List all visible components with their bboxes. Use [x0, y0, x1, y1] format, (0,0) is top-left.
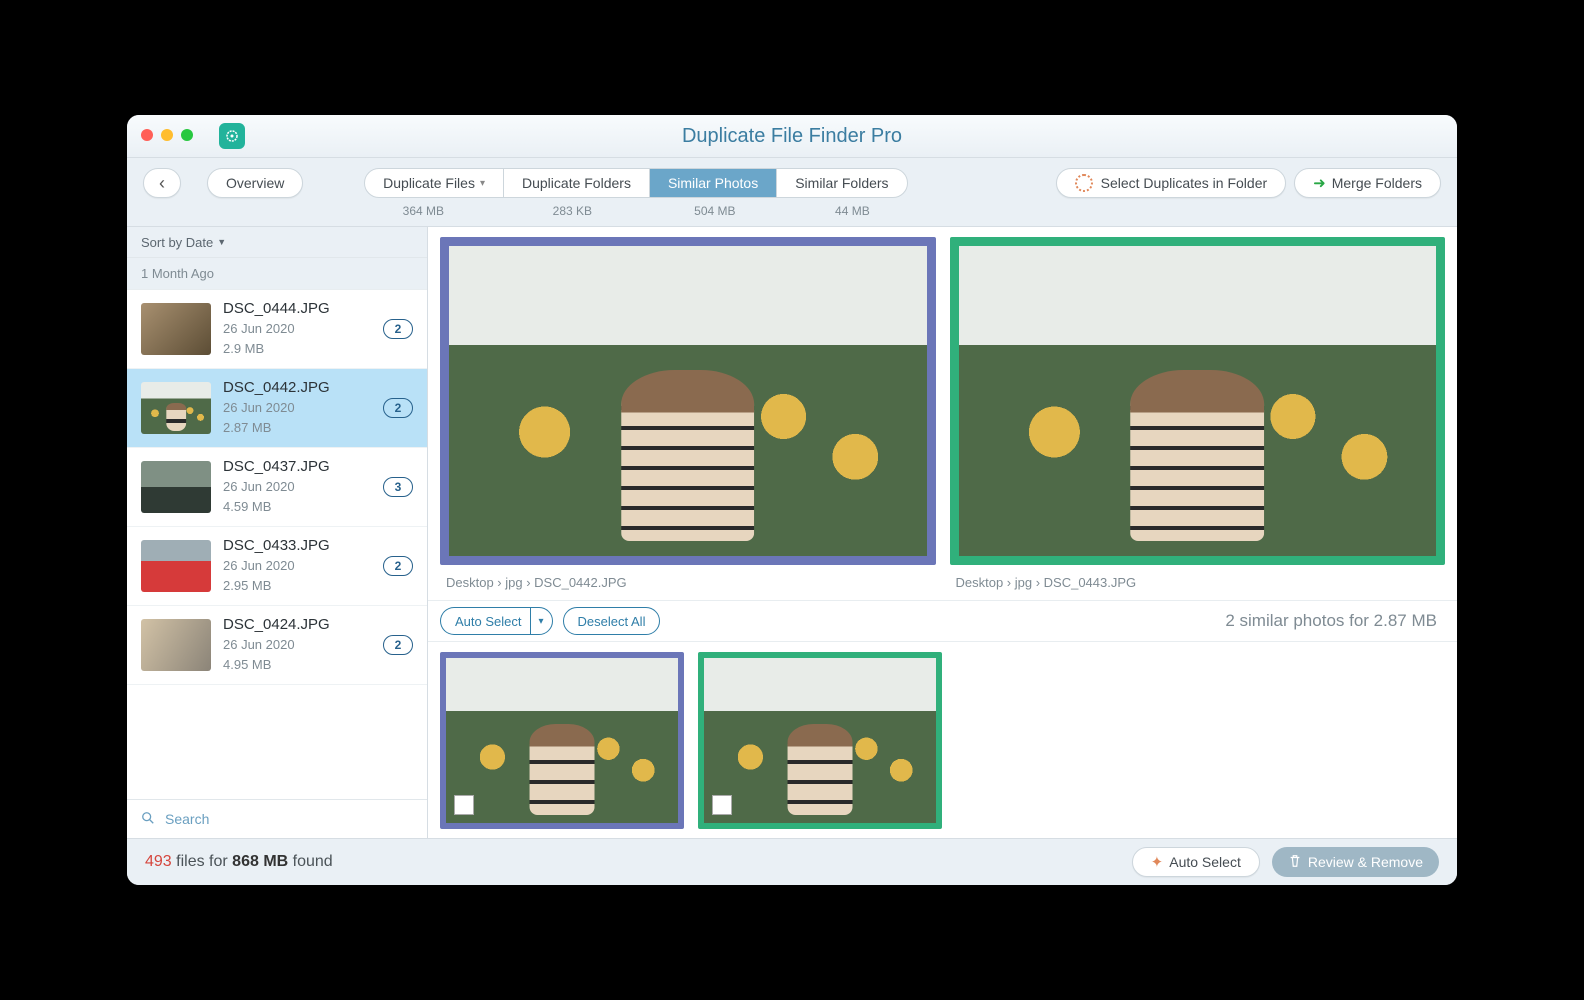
group-header: 1 Month Ago	[127, 258, 427, 290]
file-size: 2.9 MB	[223, 339, 371, 359]
app-window: Duplicate File Finder Pro ‹ Overview Dup…	[127, 115, 1457, 885]
close-icon[interactable]	[141, 129, 153, 141]
maximize-icon[interactable]	[181, 129, 193, 141]
preview-image-left[interactable]	[440, 237, 936, 565]
count-badge: 2	[383, 398, 413, 418]
main-panel: Desktop › jpg › DSC_0442.JPG Desktop › j…	[428, 227, 1457, 838]
thumbnail	[141, 619, 211, 671]
minimize-icon[interactable]	[161, 129, 173, 141]
count-badge: 2	[383, 319, 413, 339]
segment-size: 504 MB	[647, 204, 782, 218]
file-name: DSC_0442.JPG	[223, 379, 371, 396]
segment-duplicate-folders[interactable]: Duplicate Folders	[504, 169, 650, 197]
file-size: 2.95 MB	[223, 576, 371, 596]
thumbnail	[141, 303, 211, 355]
search-placeholder: Search	[165, 811, 209, 827]
button-label: Review & Remove	[1308, 854, 1423, 870]
preview-path: Desktop › jpg › DSC_0443.JPG	[950, 565, 1446, 600]
thumbnail-row	[428, 642, 1457, 839]
deselect-all-button[interactable]: Deselect All	[563, 607, 661, 635]
auto-select-dropdown[interactable]: ▾	[530, 607, 553, 635]
sort-dropdown[interactable]: Sort by Date ▼	[127, 227, 427, 258]
footer-auto-select-button[interactable]: ✦ Auto Select	[1132, 847, 1260, 877]
file-date: 26 Jun 2020	[223, 398, 371, 418]
action-bar: Auto Select ▾ Deselect All 2 similar pho…	[428, 600, 1457, 642]
chevron-down-icon: ▾	[480, 178, 485, 189]
segment-similar-photos[interactable]: Similar Photos	[650, 169, 777, 197]
merge-icon: ➜	[1313, 174, 1326, 192]
traffic-lights	[141, 129, 193, 141]
count-badge: 2	[383, 556, 413, 576]
preview-row: Desktop › jpg › DSC_0442.JPG Desktop › j…	[428, 227, 1457, 600]
checkbox[interactable]	[454, 795, 474, 815]
app-icon	[219, 123, 245, 149]
file-size: 2.87 MB	[223, 418, 371, 438]
category-segmented: Duplicate Files ▾ Duplicate Folders Simi…	[364, 168, 907, 198]
list-item[interactable]: DSC_0442.JPG 26 Jun 2020 2.87 MB 2	[127, 369, 427, 448]
checkbox[interactable]	[712, 795, 732, 815]
segment-size: 364 MB	[349, 204, 497, 218]
chevron-down-icon: ▼	[217, 237, 226, 247]
titlebar: Duplicate File Finder Pro	[127, 115, 1457, 158]
file-name: DSC_0444.JPG	[223, 300, 371, 317]
file-name: DSC_0424.JPG	[223, 616, 371, 633]
chevron-left-icon: ‹	[159, 173, 165, 194]
file-date: 26 Jun 2020	[223, 319, 371, 339]
segment-label: Similar Photos	[668, 175, 758, 191]
button-label: Select Duplicates in Folder	[1101, 175, 1268, 191]
segment-label: Similar Folders	[795, 175, 888, 191]
list-item[interactable]: DSC_0424.JPG 26 Jun 2020 4.95 MB 2	[127, 606, 427, 685]
footer-count: 493	[145, 853, 172, 870]
segment-label: Duplicate Files	[383, 175, 475, 191]
file-size: 4.59 MB	[223, 497, 371, 517]
segment-sizes: 364 MB 283 KB 504 MB 44 MB	[349, 204, 922, 218]
file-name: DSC_0437.JPG	[223, 458, 371, 475]
segment-similar-folders[interactable]: Similar Folders	[777, 169, 906, 197]
search-input[interactable]: Search	[127, 799, 427, 838]
target-icon	[1075, 174, 1093, 192]
similar-summary: 2 similar photos for 2.87 MB	[1225, 611, 1445, 631]
segment-label: Duplicate Folders	[522, 175, 631, 191]
list-item[interactable]: DSC_0437.JPG 26 Jun 2020 4.59 MB 3	[127, 448, 427, 527]
segment-duplicate-files[interactable]: Duplicate Files ▾	[365, 169, 504, 197]
similar-thumb[interactable]	[440, 652, 684, 829]
button-label: Auto Select	[1169, 854, 1241, 870]
window-title: Duplicate File Finder Pro	[682, 125, 902, 148]
thumbnail	[141, 461, 211, 513]
file-size: 4.95 MB	[223, 655, 371, 675]
select-duplicates-in-folder-button[interactable]: Select Duplicates in Folder	[1056, 168, 1287, 198]
search-icon	[141, 811, 155, 828]
thumbnail	[141, 382, 211, 434]
thumbnail	[141, 540, 211, 592]
segment-size: 44 MB	[782, 204, 922, 218]
footer-summary: 493 files for 868 MB found	[145, 853, 333, 871]
file-list: DSC_0444.JPG 26 Jun 2020 2.9 MB 2 DSC_04…	[127, 290, 427, 799]
footer: 493 files for 868 MB found ✦ Auto Select…	[127, 838, 1457, 885]
review-remove-button[interactable]: Review & Remove	[1272, 847, 1439, 877]
button-label: Merge Folders	[1332, 175, 1422, 191]
sort-label: Sort by Date	[141, 235, 213, 250]
preview-image-right[interactable]	[950, 237, 1446, 565]
overview-button[interactable]: Overview	[207, 168, 303, 198]
count-badge: 3	[383, 477, 413, 497]
footer-size: 868 MB	[232, 853, 288, 870]
list-item[interactable]: DSC_0444.JPG 26 Jun 2020 2.9 MB 2	[127, 290, 427, 369]
count-badge: 2	[383, 635, 413, 655]
file-date: 26 Jun 2020	[223, 635, 371, 655]
back-button[interactable]: ‹	[143, 168, 181, 198]
merge-folders-button[interactable]: ➜ Merge Folders	[1294, 168, 1441, 198]
file-date: 26 Jun 2020	[223, 477, 371, 497]
wand-icon: ✦	[1151, 853, 1164, 871]
list-item[interactable]: DSC_0433.JPG 26 Jun 2020 2.95 MB 2	[127, 527, 427, 606]
sidebar: Sort by Date ▼ 1 Month Ago DSC_0444.JPG …	[127, 227, 428, 838]
toolbar: ‹ Overview Duplicate Files ▾ Duplicate F…	[127, 158, 1457, 227]
auto-select-button[interactable]: Auto Select	[440, 607, 530, 635]
similar-thumb[interactable]	[698, 652, 942, 829]
segment-size: 283 KB	[497, 204, 647, 218]
chevron-down-icon: ▾	[539, 616, 544, 627]
file-name: DSC_0433.JPG	[223, 537, 371, 554]
preview-path: Desktop › jpg › DSC_0442.JPG	[440, 565, 936, 600]
file-date: 26 Jun 2020	[223, 556, 371, 576]
trash-icon	[1288, 854, 1302, 871]
